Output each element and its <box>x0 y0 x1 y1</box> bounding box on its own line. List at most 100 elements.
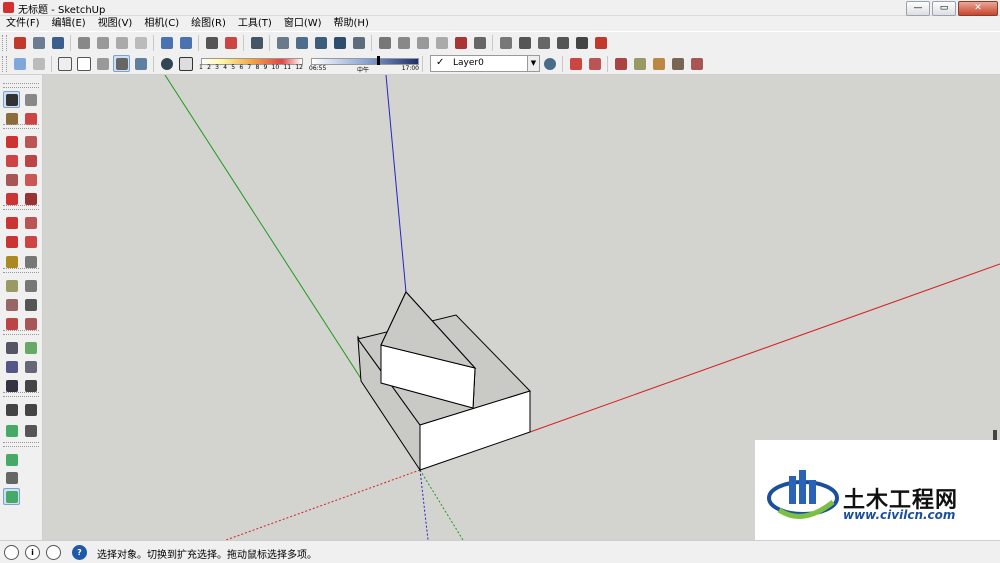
geo-location-icon[interactable] <box>4 545 19 560</box>
style-shaded-textures-button[interactable] <box>113 55 130 72</box>
menu-draw[interactable]: 绘图(R) <box>185 16 232 31</box>
tape-measure-tool-button[interactable] <box>3 277 20 294</box>
pan-tool-button[interactable] <box>22 339 39 356</box>
front-view-button[interactable] <box>312 34 329 51</box>
sandbox-flip-edge-button[interactable] <box>688 55 705 72</box>
iso-view-button[interactable] <box>274 34 291 51</box>
back-view-button[interactable] <box>350 34 367 51</box>
menu-window[interactable]: 窗口(W) <box>278 16 328 31</box>
style-wireframe-button[interactable] <box>56 55 73 72</box>
toolbar-grip[interactable] <box>3 330 39 335</box>
sandbox-contours-button[interactable] <box>567 55 584 72</box>
position-camera-tool-button[interactable] <box>3 401 20 418</box>
chevron-down-icon[interactable]: ▼ <box>527 55 540 72</box>
copy-button[interactable] <box>94 34 111 51</box>
look-around-tool-button[interactable] <box>22 401 39 418</box>
toolbar-grip[interactable] <box>3 442 39 447</box>
section-button[interactable] <box>376 34 393 51</box>
toggle-shadows-button[interactable] <box>177 55 194 72</box>
toolbar-grip[interactable] <box>3 205 39 210</box>
time-slider[interactable]: 06:55 中午 17:00 <box>309 55 419 74</box>
sandbox-smoove-button[interactable] <box>612 55 629 72</box>
texture-button[interactable] <box>395 34 412 51</box>
model-info-button[interactable] <box>222 34 239 51</box>
style-hidden-line-button[interactable] <box>75 55 92 72</box>
sandbox-add-detail-button[interactable] <box>669 55 686 72</box>
photo-textures-tool-button[interactable] <box>3 488 20 505</box>
right-view-button[interactable] <box>331 34 348 51</box>
house-2-button[interactable] <box>516 34 533 51</box>
rectangle-tool-button[interactable] <box>3 133 20 150</box>
rotate-tool-button[interactable] <box>3 233 20 250</box>
info-icon[interactable]: i <box>25 545 40 560</box>
section-plane-tool-button[interactable] <box>22 422 39 439</box>
new-button[interactable] <box>11 34 28 51</box>
cut-button[interactable] <box>75 34 92 51</box>
camera-button[interactable] <box>248 34 265 51</box>
add-location-tool-button[interactable] <box>3 451 20 468</box>
dimension-tool-button[interactable] <box>22 277 39 294</box>
move-tool-button[interactable] <box>3 214 20 231</box>
sandbox-scratch-button[interactable] <box>586 55 603 72</box>
push-pull-tool-button[interactable] <box>22 214 39 231</box>
style-back-edges-button[interactable] <box>30 55 47 72</box>
arc-tool-button[interactable] <box>22 171 39 188</box>
undo-button[interactable] <box>158 34 175 51</box>
toolbar-grip[interactable] <box>3 268 39 273</box>
house-5-button[interactable] <box>573 34 590 51</box>
save-button[interactable] <box>49 34 66 51</box>
make-component-tool-button[interactable] <box>22 91 39 108</box>
time-slider-knob[interactable] <box>376 55 380 65</box>
house-3-button[interactable] <box>535 34 552 51</box>
top-view-button[interactable] <box>293 34 310 51</box>
text-tool-button[interactable] <box>22 296 39 313</box>
zoom-window-tool-button[interactable] <box>22 358 39 375</box>
house-4-button[interactable] <box>554 34 571 51</box>
sandbox-drape-button[interactable] <box>650 55 667 72</box>
style-xray-button[interactable] <box>11 55 28 72</box>
toolbar-grip[interactable] <box>3 392 39 397</box>
toolbar-grip[interactable] <box>3 83 39 88</box>
menu-edit[interactable]: 编辑(E) <box>46 16 92 31</box>
minimize-button[interactable]: — <box>906 1 930 16</box>
month-slider[interactable]: 1 2 3 4 5 6 7 8 9 10 11 12 <box>199 55 303 73</box>
toolbar-grip[interactable] <box>3 124 39 129</box>
paint-button[interactable] <box>452 34 469 51</box>
fill-button[interactable] <box>433 34 450 51</box>
menu-tools[interactable]: 工具(T) <box>232 16 278 31</box>
polygon-tool-button[interactable] <box>3 171 20 188</box>
zoom-tool-button[interactable] <box>3 358 20 375</box>
house-1-button[interactable] <box>497 34 514 51</box>
toolbar-grip[interactable] <box>2 34 7 51</box>
layer-select[interactable]: ✓ Layer0 ▼ <box>430 55 540 72</box>
toolbar-grip[interactable] <box>2 55 7 72</box>
circle-tool-button[interactable] <box>3 152 20 169</box>
orbit-tool-button[interactable] <box>3 339 20 356</box>
style-monochrome-button[interactable] <box>132 55 149 72</box>
shadow-settings-button[interactable] <box>158 55 175 72</box>
print-button[interactable] <box>203 34 220 51</box>
freehand-tool-button[interactable] <box>22 152 39 169</box>
help-icon[interactable]: ? <box>72 545 87 560</box>
sandbox-stamp-button[interactable] <box>631 55 648 72</box>
walk-tool-button[interactable] <box>3 422 20 439</box>
swap-button[interactable] <box>471 34 488 51</box>
layer-manager-button[interactable] <box>541 55 558 72</box>
maximize-button[interactable]: ▭ <box>932 1 956 16</box>
menu-view[interactable]: 视图(V) <box>92 16 139 31</box>
scroll-indicator[interactable] <box>993 430 997 440</box>
line-tool-button[interactable] <box>22 133 39 150</box>
house-6-button[interactable] <box>592 34 609 51</box>
component-button[interactable] <box>414 34 431 51</box>
toggle-terrain-tool-button[interactable] <box>3 469 20 486</box>
open-button[interactable] <box>30 34 47 51</box>
redo-button[interactable] <box>177 34 194 51</box>
menu-help[interactable]: 帮助(H) <box>328 16 375 31</box>
protractor-tool-button[interactable] <box>3 296 20 313</box>
style-shaded-button[interactable] <box>94 55 111 72</box>
select-tool-button[interactable] <box>3 91 20 108</box>
menu-camera[interactable]: 相机(C) <box>138 16 185 31</box>
follow-me-tool-button[interactable] <box>22 233 39 250</box>
paste-button[interactable] <box>113 34 130 51</box>
menu-file[interactable]: 文件(F) <box>0 16 46 31</box>
